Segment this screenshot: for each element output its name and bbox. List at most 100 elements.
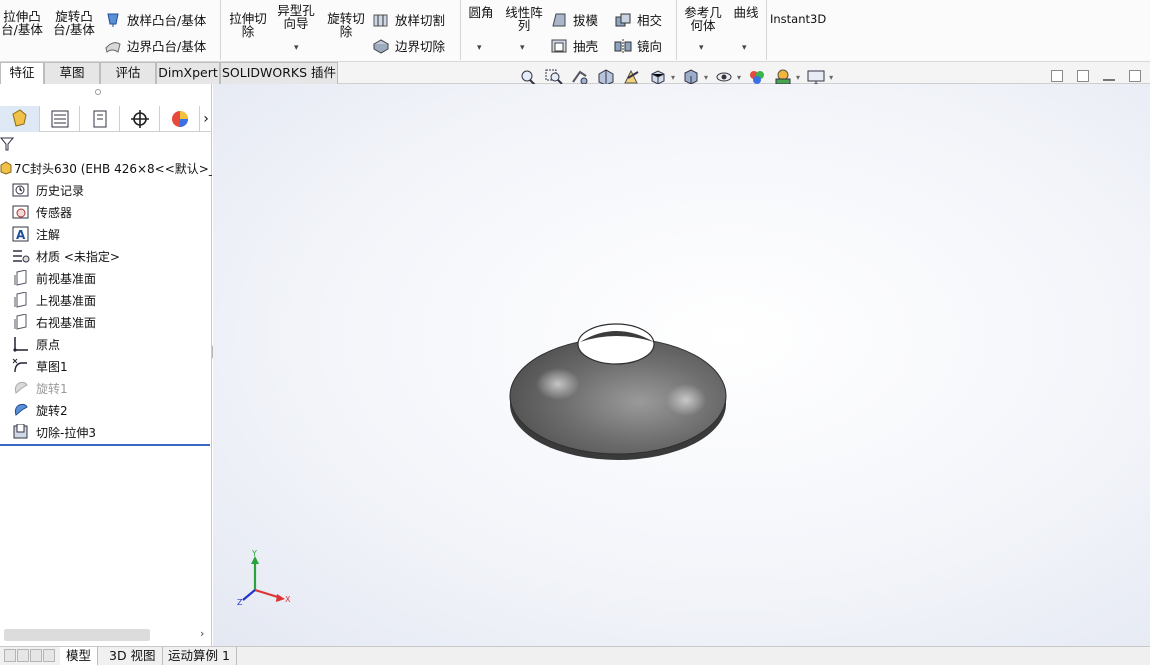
fillet-label: 圆角 xyxy=(468,5,494,20)
tree-filter-icon[interactable] xyxy=(0,136,15,152)
tab-sketch[interactable]: 草图 xyxy=(44,62,100,84)
revolve-icon xyxy=(12,380,30,396)
boundary-boss-button[interactable]: 边界凸台/基体 xyxy=(104,36,206,55)
loft-cut-button[interactable]: 放样切割 xyxy=(372,10,445,29)
configuration-manager-tab[interactable] xyxy=(80,106,120,132)
tab-3d-views[interactable]: 3D 视图 xyxy=(103,647,163,665)
cut-extrude-icon xyxy=(12,423,30,440)
tree-item-label: 旋转2 xyxy=(36,403,68,418)
revolve-icon xyxy=(12,402,30,418)
tree-item-top-plane[interactable]: 上视基准面 xyxy=(12,290,96,310)
triad-y-label: Y xyxy=(251,550,257,558)
draft-button[interactable]: 拔模 xyxy=(550,10,598,29)
tree-item-sensors[interactable]: 传感器 xyxy=(12,202,72,222)
tree-item-label: 前视基准面 xyxy=(36,271,97,286)
tree-item-label: 原点 xyxy=(36,337,61,352)
minimize-viewport-icon[interactable] xyxy=(1103,79,1115,81)
ribbon-separator xyxy=(676,0,677,60)
display-style-dropdown-icon[interactable]: ▾ xyxy=(704,73,708,82)
intersect-button[interactable]: 相交 xyxy=(614,10,662,29)
extrude-boss-button[interactable]: 拉伸凸台/基体 xyxy=(0,0,44,36)
tab-model[interactable]: 模型 xyxy=(60,647,99,665)
reference-triad: Y X Z xyxy=(237,550,291,607)
dished-head-model[interactable] xyxy=(508,312,730,468)
tab-motion-study-1[interactable]: 运动算例 1 xyxy=(162,647,237,665)
hide-show-dropdown-icon[interactable]: ▾ xyxy=(737,73,741,82)
prev-tab-button[interactable] xyxy=(17,649,29,662)
tree-item-label: 切除-拉伸3 xyxy=(36,425,96,440)
plane-icon xyxy=(12,291,30,308)
tree-item-sketch1[interactable]: 草图1 xyxy=(12,356,68,376)
tree-item-revolve1[interactable]: 旋转1 xyxy=(12,378,68,398)
plane-icon xyxy=(12,313,30,330)
display-manager-tab[interactable] xyxy=(160,106,200,132)
next-tab-button[interactable] xyxy=(30,649,42,662)
reference-geometry-button[interactable]: 参考几何体 ▾ xyxy=(680,0,726,53)
tree-item-revolve2[interactable]: 旋转2 xyxy=(12,400,68,420)
tree-item-history[interactable]: 历史记录 xyxy=(12,180,84,200)
mirror-icon xyxy=(614,38,632,54)
tree-horizontal-scrollbar[interactable] xyxy=(4,629,150,641)
dimxpert-manager-tab[interactable] xyxy=(120,106,160,132)
view-settings-dropdown-icon[interactable]: ▾ xyxy=(829,73,833,82)
tab-evaluate[interactable]: 评估 xyxy=(100,62,156,84)
shell-button[interactable]: 抽壳 xyxy=(550,36,598,55)
plane-icon xyxy=(12,269,30,286)
instant3d-button[interactable]: Instant3D xyxy=(770,12,826,26)
tree-item-label: 旋转1 xyxy=(36,381,68,396)
tree-item-material[interactable]: 材质 <未指定> xyxy=(12,246,120,266)
apply-scene-dropdown-icon[interactable]: ▾ xyxy=(796,73,800,82)
more-tabs-chevron-icon[interactable]: › xyxy=(200,106,212,131)
feature-manager-tab[interactable] xyxy=(0,106,40,132)
tree-item-origin[interactable]: 原点 xyxy=(12,334,60,354)
reference-geometry-dropdown[interactable]: ▾ xyxy=(699,42,704,55)
scroll-right-arrow-icon[interactable]: › xyxy=(200,627,204,640)
history-icon xyxy=(12,182,30,198)
view-orientation-dropdown-icon[interactable]: ▾ xyxy=(671,73,675,82)
curves-dropdown[interactable]: ▾ xyxy=(742,42,747,55)
graphics-area[interactable]: Y X Z xyxy=(213,84,1150,646)
curves-button[interactable]: 曲线 ▾ xyxy=(730,0,762,53)
sensor-icon xyxy=(12,204,30,220)
rollback-bar[interactable] xyxy=(0,444,210,446)
next-viewport-icon[interactable] xyxy=(1077,70,1089,82)
tree-item-cut-extrude3[interactable]: 切除-拉伸3 xyxy=(12,422,96,442)
boundary-boss-icon xyxy=(104,38,122,54)
command-manager-ribbon: 拉伸凸台/基体 旋转凸台/基体 放样凸台/基体 边界凸台/基体 拉伸切除 异型孔… xyxy=(0,0,1150,62)
tab-dimxpert[interactable]: DimXpert xyxy=(156,62,220,84)
material-icon xyxy=(12,248,30,264)
tree-item-label: 传感器 xyxy=(36,205,73,220)
tree-item-annotations[interactable]: A 注解 xyxy=(12,224,60,244)
first-tab-button[interactable] xyxy=(4,649,16,662)
tab-features[interactable]: 特征 xyxy=(0,62,44,84)
triad-z-label: Z xyxy=(237,598,243,607)
loft-boss-button[interactable]: 放样凸台/基体 xyxy=(104,10,206,29)
last-tab-button[interactable] xyxy=(43,649,55,662)
shell-icon xyxy=(550,38,568,54)
annotation-icon: A xyxy=(12,226,30,242)
restore-viewport-icon[interactable] xyxy=(1129,70,1141,82)
fillet-dropdown[interactable]: ▾ xyxy=(477,42,482,55)
boundary-cut-label: 边界切除 xyxy=(395,39,446,54)
revolve-boss-button[interactable]: 旋转凸台/基体 xyxy=(50,0,98,36)
reference-geometry-label: 参考几何体 xyxy=(684,5,722,33)
fillet-button[interactable]: 圆角 ▾ xyxy=(464,0,498,53)
ribbon-separator xyxy=(460,0,461,60)
model-view-tabs: 模型 3D 视图 运动算例 1 xyxy=(0,646,1150,665)
tree-item-front-plane[interactable]: 前视基准面 xyxy=(12,268,96,288)
hole-wizard-button[interactable]: 异型孔向导 ▾ xyxy=(274,0,318,53)
linear-pattern-button[interactable]: 线性阵列 ▾ xyxy=(502,0,546,53)
linear-pattern-dropdown[interactable]: ▾ xyxy=(520,42,525,55)
prev-viewport-icon[interactable] xyxy=(1051,70,1063,82)
tree-item-right-plane[interactable]: 右视基准面 xyxy=(12,312,96,332)
extrude-cut-button[interactable]: 拉伸切除 xyxy=(226,0,270,38)
tab-solidworks-addins[interactable]: SOLIDWORKS 插件 xyxy=(220,62,338,84)
property-manager-tab[interactable] xyxy=(40,106,80,132)
revolve-cut-button[interactable]: 旋转切除 xyxy=(324,0,368,38)
panel-grip-icon[interactable] xyxy=(95,89,101,95)
part-root-node[interactable]: 7C封头630 (EHB 426×8<<默认>_显示状态 1>) xyxy=(0,160,212,178)
svg-text:A: A xyxy=(16,228,26,242)
boundary-cut-button[interactable]: 边界切除 xyxy=(372,36,445,55)
mirror-button[interactable]: 镜向 xyxy=(614,36,662,55)
hole-wizard-dropdown[interactable]: ▾ xyxy=(294,42,299,55)
